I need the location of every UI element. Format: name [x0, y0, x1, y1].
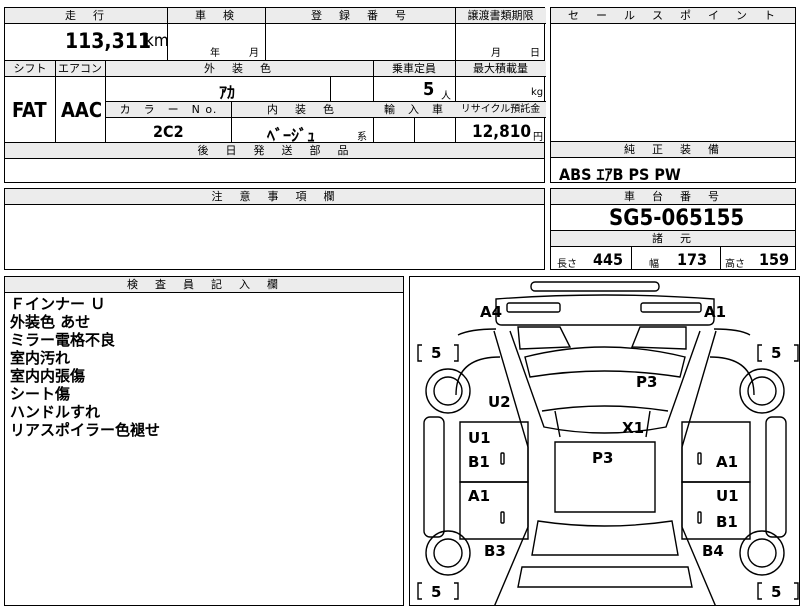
recycle-fee-unit: 円	[533, 132, 543, 143]
inspection-month-label: 月	[249, 48, 259, 59]
damage-x1: X1	[622, 419, 644, 437]
deadline-day-label: 日	[530, 48, 540, 59]
sales-point-header: セ ー ル ス ポ イ ン ト	[551, 8, 795, 24]
inspector-note: ミラー電格不良	[10, 331, 116, 349]
length-label: 長さ	[557, 259, 577, 270]
left-headlight-outline	[506, 302, 561, 313]
load-unit: kg	[531, 87, 544, 98]
recycle-fee-value: 12,810	[472, 122, 532, 142]
mileage-unit: km	[145, 31, 169, 51]
damage-a4: A4	[480, 303, 502, 321]
inspector-note: 外装色 あせ	[10, 313, 91, 331]
capacity-header: 乗車定員	[373, 61, 455, 77]
later-parts-header: 後 日 発 送 部 品	[5, 143, 544, 159]
import-header: 輸 入 車	[373, 102, 455, 118]
max-load-header: 最大積載量	[455, 61, 546, 77]
width-label: 幅	[649, 259, 659, 270]
mileage-header: 走 行	[5, 8, 167, 24]
interior-color-suffix: 系	[357, 132, 367, 143]
damage-u1-right: U1	[716, 487, 739, 505]
standard-equipment-header: 純 正 装 備	[551, 142, 795, 158]
chassis-number: SG5-065155	[609, 206, 745, 231]
recycle-header: リサイクル預託金	[455, 102, 546, 118]
tire-rear-right-label: 5	[771, 583, 781, 601]
width-value: 173	[677, 250, 708, 269]
mileage-value: 113,311	[65, 29, 152, 53]
exterior-color-value: ｱｶ	[219, 83, 236, 102]
spec-header: 諸 元	[551, 230, 795, 247]
damage-a1-top: A1	[704, 303, 726, 321]
vehicle-info-sheet: 走 行 車 検 登 録 番 号 譲渡書類期限 113,311 km 年 月 月 …	[4, 7, 546, 183]
inspection-year-label: 年	[210, 48, 220, 59]
chassis-box: 車 台 番 号 SG5-065155 諸 元 長さ 445 幅 173 高さ 1…	[550, 188, 796, 270]
tire-rear-left-label: 5	[431, 583, 441, 601]
interior-color-header: 内 装 色	[231, 102, 373, 118]
aircon-header: エアコン	[55, 61, 105, 76]
inspector-note: Ｆインナー Ｕ	[10, 295, 106, 313]
height-value: 159	[759, 250, 790, 269]
damage-b4: B4	[702, 542, 724, 560]
deadline-month-label: 月	[491, 48, 501, 59]
inspection-header: 車 検	[167, 8, 265, 24]
chassis-header: 車 台 番 号	[551, 189, 795, 205]
length-value: 445	[593, 250, 624, 269]
inspector-note: ハンドルすれ	[10, 403, 101, 421]
shift-value: FAT	[12, 98, 47, 122]
color-no-header: カ ラ ー N o.	[106, 102, 231, 118]
inspector-notes: Ｆインナー Ｕ 外装色 あせ ミラー電格不良 室内汚れ 室内内張傷 シート傷 ハ…	[10, 295, 160, 439]
sales-point-box: セ ー ル ス ポ イ ン ト	[550, 7, 796, 142]
right-headlight-outline	[640, 302, 702, 313]
damage-p3-roof: P3	[592, 449, 613, 467]
damage-b3: B3	[484, 542, 506, 560]
aircon-value: AAC	[61, 98, 103, 122]
notes-field-box: 注 意 事 項 欄	[4, 188, 545, 270]
capacity-value: 5	[423, 79, 435, 100]
registration-header: 登 録 番 号	[265, 8, 455, 24]
tire-front-left-label: 5	[431, 344, 441, 362]
inspector-note: シート傷	[10, 385, 71, 403]
height-label: 高さ	[725, 259, 745, 270]
damage-b1-left: B1	[468, 453, 490, 471]
damage-u2: U2	[488, 393, 511, 411]
standard-equipment-value: ABS ｴｱB PS PW	[559, 165, 681, 184]
exterior-color-header: 外 装 色	[105, 61, 373, 77]
car-diagram-box: 5 5 5 5 A4 A1 U2 P3 X1 U1 B1 P3 A1 A1 U1…	[409, 276, 800, 606]
inspector-note: リアスポイラー色褪せ	[10, 421, 161, 439]
damage-a1-right-front: A1	[716, 453, 738, 471]
inspector-box: 検 査 員 記 入 欄 Ｆインナー Ｕ 外装色 あせ ミラー電格不良 室内汚れ …	[4, 276, 404, 606]
notes-field-header: 注 意 事 項 欄	[5, 189, 544, 205]
car-diagram: 5 5 5 5 A4 A1 U2 P3 X1 U1 B1 P3 A1 A1 U1…	[417, 281, 799, 605]
inspector-header: 検 査 員 記 入 欄	[5, 277, 403, 293]
front-bumper-outline	[530, 281, 660, 292]
capacity-unit: 人	[441, 91, 451, 102]
damage-p3-hood: P3	[636, 373, 657, 391]
standard-equipment-box: 純 正 装 備 ABS ｴｱB PS PW	[550, 141, 796, 184]
tire-front-right-label: 5	[771, 344, 781, 362]
damage-b1-right: B1	[716, 513, 738, 531]
damage-u1-left: U1	[468, 429, 491, 447]
color-no-value: 2C2	[153, 122, 184, 141]
inspector-note: 室内汚れ	[10, 349, 71, 367]
damage-a1-left-rear: A1	[468, 487, 490, 505]
shift-header: シフト	[5, 61, 55, 76]
inspector-note: 室内内張傷	[10, 367, 86, 385]
transfer-deadline-header: 譲渡書類期限	[455, 8, 546, 24]
